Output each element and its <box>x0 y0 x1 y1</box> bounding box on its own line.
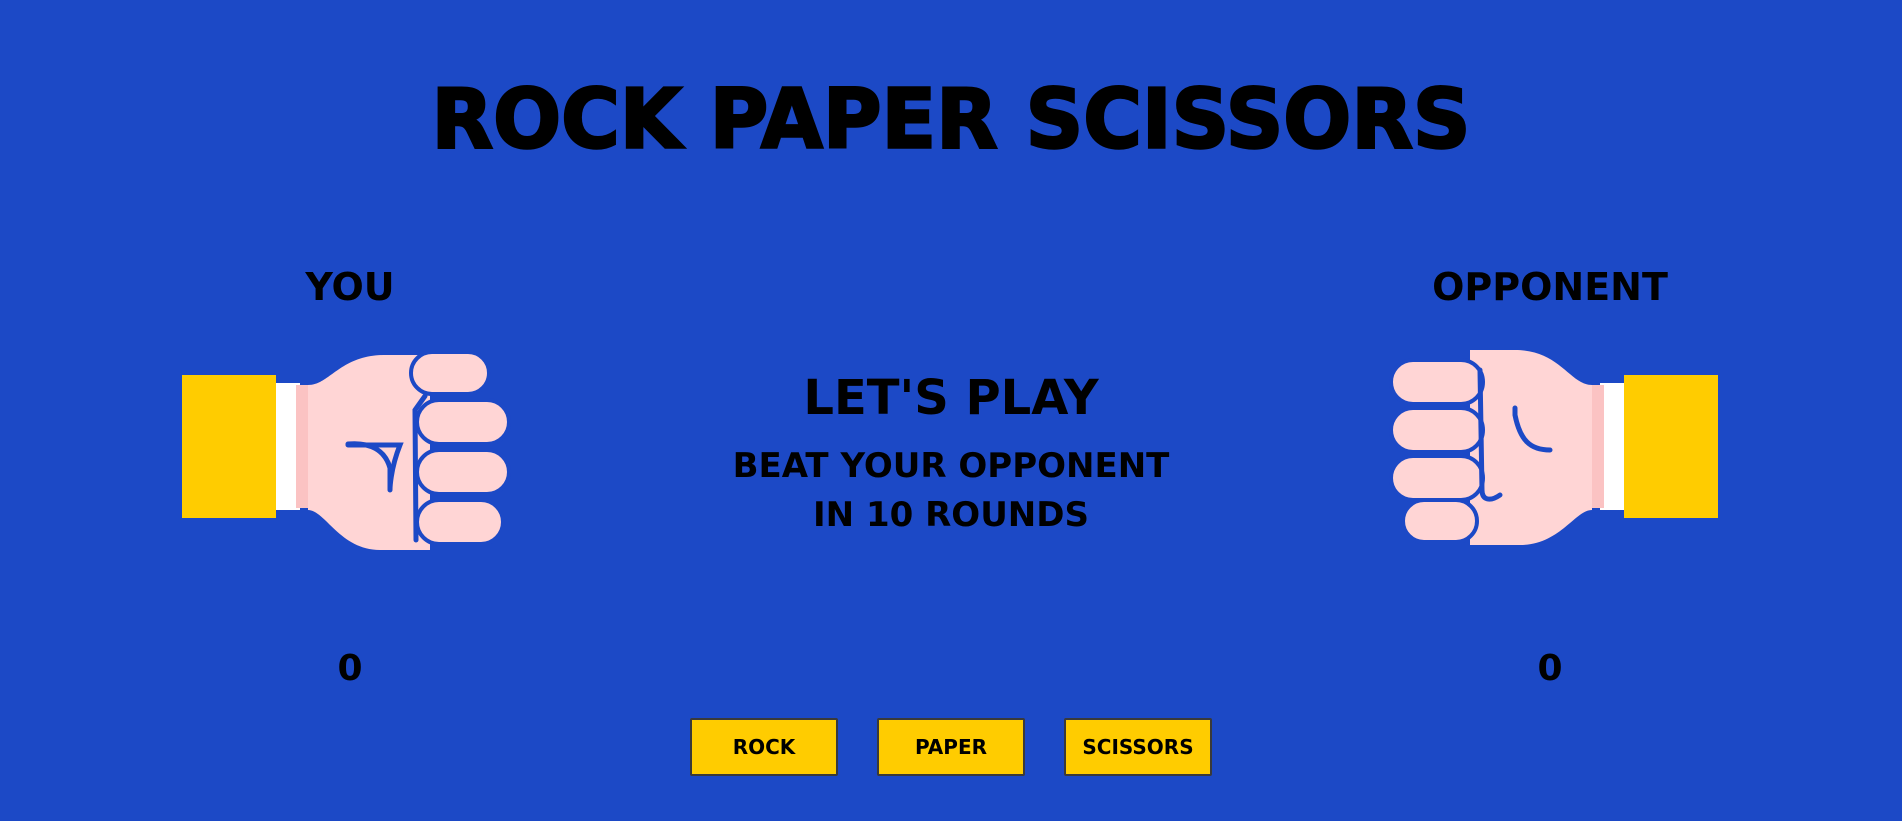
scissors-button[interactable]: SCISSORS <box>1064 718 1212 776</box>
finger <box>1389 406 1485 454</box>
opponent-label: OPPONENT <box>1432 265 1668 309</box>
round-status: LET'S PLAY BEAT YOUR OPPONENT IN 10 ROUN… <box>651 370 1251 540</box>
sleeve <box>1624 375 1718 518</box>
finger <box>1389 454 1485 502</box>
finger <box>415 498 505 546</box>
rock-button[interactable]: ROCK <box>690 718 838 776</box>
status-heading: LET'S PLAY <box>803 370 1099 426</box>
game-screen: ROCK PAPER SCISSORS YOU OPPONENT LET'S P… <box>0 0 1902 821</box>
finger <box>415 398 511 446</box>
index-finger <box>409 350 491 396</box>
status-message: BEAT YOUR OPPONENT IN 10 ROUNDS <box>732 446 1170 535</box>
finger <box>1389 358 1485 406</box>
player-score: 0 <box>337 648 363 689</box>
palm <box>308 355 430 550</box>
game-title: ROCK PAPER SCISSORS <box>430 72 1472 167</box>
paper-button[interactable]: PAPER <box>877 718 1025 776</box>
choice-buttons: ROCK PAPER SCISSORS <box>690 718 1213 776</box>
player-label: YOU <box>305 265 395 309</box>
finger <box>415 448 511 496</box>
player-fist-icon <box>180 350 520 555</box>
fist-icon <box>1389 350 1718 545</box>
opponent-fist-icon <box>1380 350 1720 555</box>
opponent-score: 0 <box>1537 648 1563 689</box>
sleeve <box>182 375 276 518</box>
finger <box>1401 498 1479 544</box>
fist-icon <box>182 350 511 550</box>
